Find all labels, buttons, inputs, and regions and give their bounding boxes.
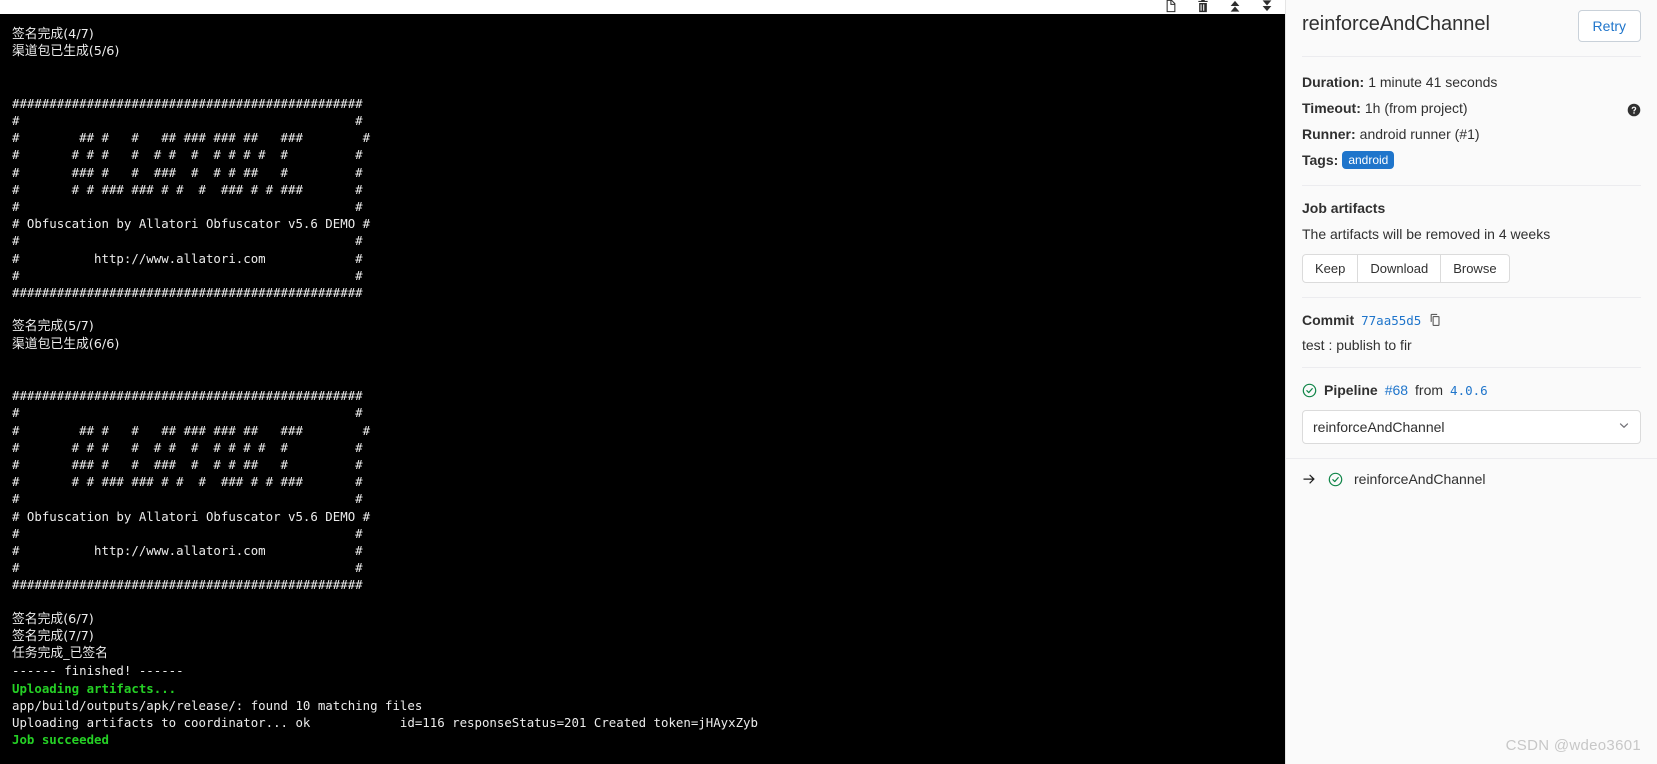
log-line: 签名完成(5/7) bbox=[12, 319, 94, 335]
open-raw-icon[interactable] bbox=[1163, 0, 1179, 14]
job-status-success-icon bbox=[1328, 472, 1343, 487]
duration-value: 1 minute 41 seconds bbox=[1368, 74, 1498, 90]
page-title: reinforceAndChannel bbox=[1302, 13, 1490, 35]
runner-value: android runner (#1) bbox=[1359, 126, 1480, 142]
keep-button[interactable]: Keep bbox=[1302, 254, 1359, 283]
commit-sha-link[interactable]: 77aa55d5 bbox=[1361, 313, 1421, 328]
commit-label: Commit bbox=[1302, 312, 1355, 328]
pipeline-from-word: from bbox=[1415, 382, 1444, 398]
log-line: 渠道包已生成(5/6) bbox=[12, 44, 120, 60]
log-line: # ### # # ### # # # ## # # bbox=[12, 164, 363, 180]
download-button[interactable]: Download bbox=[1357, 254, 1442, 283]
meta-timeout: Timeout: 1h (from project) bbox=[1302, 97, 1641, 119]
log-line: # Obfuscation by Allatori Obfuscator v5.… bbox=[12, 216, 371, 232]
trash-icon[interactable] bbox=[1195, 0, 1211, 14]
commit-divider bbox=[1302, 367, 1641, 368]
log-line: # http://www.allatori.com # bbox=[12, 543, 363, 559]
header-divider bbox=[1302, 56, 1641, 57]
log-line: 签名完成(4/7) bbox=[12, 27, 94, 42]
runner-label: Runner: bbox=[1302, 126, 1356, 142]
watermark: CSDN @wdeo3601 bbox=[1505, 737, 1641, 754]
browse-button[interactable]: Browse bbox=[1440, 254, 1510, 283]
log-line: 渠道包已生成(6/6) bbox=[12, 336, 120, 352]
job-view: 签名完成(4/7) 渠道包已生成(5/6) ###################… bbox=[0, 0, 1657, 764]
scroll-top-icon[interactable] bbox=[1227, 0, 1243, 14]
meta-duration: Duration: 1 minute 41 seconds bbox=[1302, 71, 1641, 93]
pipeline-number-link[interactable]: #68 bbox=[1385, 382, 1408, 398]
arrow-right-icon bbox=[1302, 472, 1317, 487]
artifacts-title: Job artifacts bbox=[1302, 200, 1386, 216]
log-line: # # bbox=[12, 199, 363, 214]
status-badge: android bbox=[1342, 151, 1395, 169]
retry-button[interactable]: Retry bbox=[1577, 10, 1641, 42]
log-line: # # # # # # # # # # # # # # bbox=[12, 147, 363, 163]
meta-divider bbox=[1302, 185, 1641, 186]
log-line: # # # # # # # # # # # # # # bbox=[12, 439, 363, 455]
log-line: app/build/outputs/apk/release/: found 10… bbox=[12, 697, 423, 713]
log-line: # # bbox=[12, 405, 363, 421]
pipeline-label: Pipeline bbox=[1324, 382, 1378, 398]
log-line: # # bbox=[12, 491, 363, 507]
artifacts-actions: Keep Download Browse bbox=[1302, 254, 1641, 283]
pipeline-row: Pipeline #68 from 4.0.6 bbox=[1302, 382, 1641, 398]
log-line: 任务完成_已签名 bbox=[12, 646, 108, 662]
tags-label: Tags: bbox=[1302, 152, 1339, 168]
log-line: # ## # # ## ### ### ## ### # bbox=[12, 422, 371, 438]
log-line: # # bbox=[12, 267, 363, 283]
duration-label: Duration: bbox=[1302, 74, 1365, 90]
log-line: ########################################… bbox=[12, 388, 363, 404]
stage-select-wrapper: reinforceAndChannel bbox=[1302, 410, 1641, 444]
log-line: # ### # # ### # # # ## # # bbox=[12, 457, 363, 472]
log-line: ########################################… bbox=[12, 95, 363, 111]
log-line: 签名完成(7/7) bbox=[12, 629, 94, 645]
sidebar-header: reinforceAndChannel Retry bbox=[1302, 0, 1641, 42]
log-line: # # bbox=[12, 233, 363, 249]
artifacts-note: The artifacts will be removed in 4 weeks bbox=[1302, 226, 1551, 242]
log-toolbar bbox=[0, 0, 1285, 14]
log-line: Job succeeded bbox=[12, 732, 109, 748]
job-log-output[interactable]: 签名完成(4/7) 渠道包已生成(5/6) ###################… bbox=[0, 14, 1285, 764]
timeout-value: 1h (from project) bbox=[1364, 100, 1468, 116]
job-list-item-label: reinforceAndChannel bbox=[1354, 471, 1486, 487]
log-line: # http://www.allatori.com # bbox=[12, 250, 363, 266]
log-line: Uploading artifacts to coordinator... ok… bbox=[12, 715, 758, 731]
stage-select[interactable]: reinforceAndChannel bbox=[1302, 410, 1641, 444]
log-line: ------ finished! ------ bbox=[12, 663, 184, 679]
commit-message: test : publish to fir bbox=[1302, 337, 1412, 353]
log-line: # # bbox=[12, 525, 363, 541]
timeout-label: Timeout: bbox=[1302, 100, 1361, 116]
log-line: Uploading artifacts... bbox=[12, 680, 177, 696]
copy-icon[interactable] bbox=[1428, 313, 1442, 327]
pipeline-status-success-icon bbox=[1302, 383, 1317, 398]
job-sidebar: reinforceAndChannel Retry Duration: 1 mi… bbox=[1285, 0, 1657, 764]
log-line: # # # ### ### # # # ### # # ### # bbox=[12, 181, 363, 197]
log-line: # # bbox=[12, 112, 363, 128]
pipeline-ref-link[interactable]: 4.0.6 bbox=[1450, 383, 1488, 398]
log-line: # # # ### ### # # # ### # # ### # bbox=[12, 474, 363, 490]
artifacts-divider bbox=[1302, 297, 1641, 298]
log-line: # ## # # ## ### ### ## ### # bbox=[12, 130, 371, 146]
log-line: # # bbox=[12, 560, 363, 576]
log-line: 签名完成(6/7) bbox=[12, 611, 94, 627]
log-line: # Obfuscation by Allatori Obfuscator v5.… bbox=[12, 508, 371, 524]
list-item[interactable]: reinforceAndChannel bbox=[1286, 459, 1657, 499]
help-icon[interactable] bbox=[1627, 101, 1641, 117]
log-line: ########################################… bbox=[12, 577, 363, 593]
meta-tags: Tags: android bbox=[1302, 149, 1641, 171]
meta-runner: Runner: android runner (#1) bbox=[1302, 123, 1641, 145]
log-line: ########################################… bbox=[12, 285, 363, 301]
scroll-bottom-icon[interactable] bbox=[1259, 0, 1275, 14]
job-log-pane: 签名完成(4/7) 渠道包已生成(5/6) ###################… bbox=[0, 0, 1285, 764]
commit-row: Commit 77aa55d5 bbox=[1302, 312, 1641, 328]
